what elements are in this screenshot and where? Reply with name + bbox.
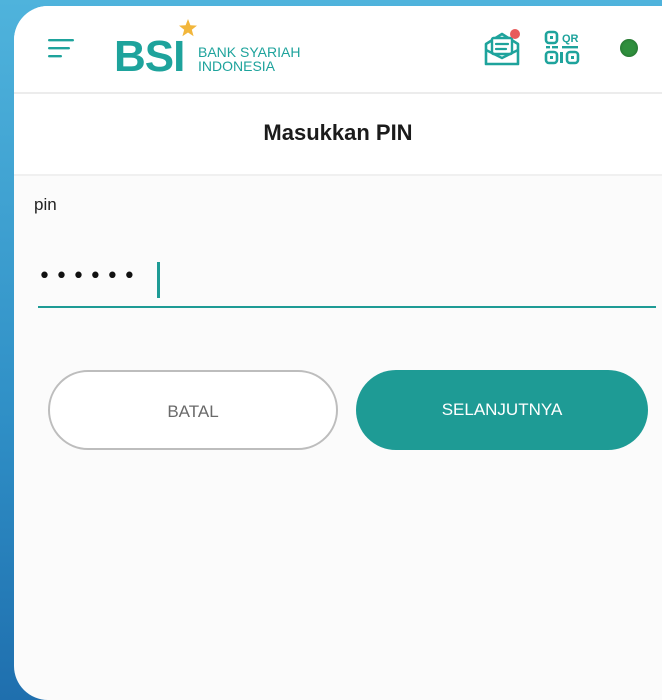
pin-label: pin — [34, 195, 57, 214]
qr-code-icon[interactable]: QR — [542, 28, 582, 68]
page-title: Masukkan PIN — [263, 120, 413, 145]
app-screen: BSI BANK SYARIAH INDONESIA QR Masukkan P… — [14, 6, 662, 700]
status-indicator — [620, 39, 638, 57]
text-caret — [157, 262, 160, 298]
mail-icon[interactable] — [480, 26, 524, 70]
logo-subtitle-line1: BANK SYARIAH — [198, 44, 301, 60]
top-app-bar: BSI BANK SYARIAH INDONESIA QR — [14, 6, 662, 94]
logo-text: BSI — [114, 32, 185, 81]
logo-subtitle: BANK SYARIAH INDONESIA — [198, 45, 300, 73]
notification-badge — [510, 29, 520, 39]
bsi-logo: BSI BANK SYARIAH INDONESIA — [114, 18, 334, 81]
next-button[interactable]: SELANJUTNYA — [356, 370, 648, 450]
star-icon — [179, 19, 197, 37]
pin-masked-value: •••••• — [38, 264, 140, 289]
logo-subtitle-line2: INDONESIA — [198, 58, 276, 74]
pin-input[interactable]: •••••• — [38, 250, 656, 308]
menu-icon[interactable] — [46, 33, 76, 63]
cancel-button[interactable]: BATAL — [48, 370, 338, 450]
page-title-bar: Masukkan PIN — [14, 94, 662, 176]
svg-text:QR: QR — [562, 33, 579, 45]
